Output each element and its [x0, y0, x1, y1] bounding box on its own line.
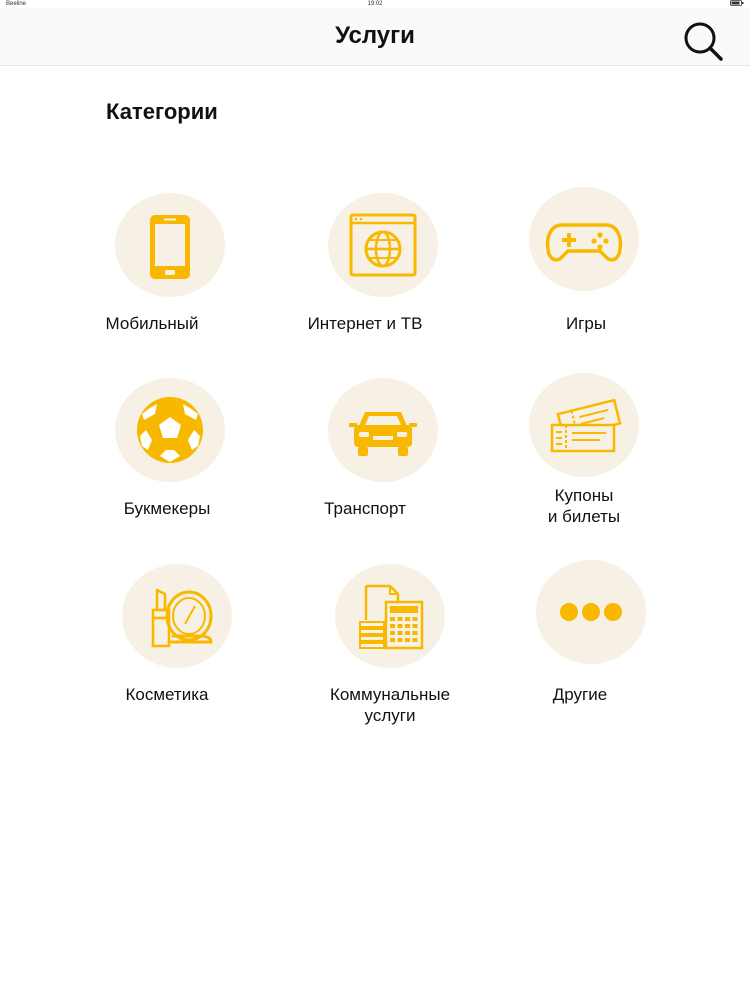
icon-circle	[335, 564, 445, 668]
more-dots-icon	[560, 603, 622, 621]
category-other[interactable]: Другие	[526, 560, 706, 730]
category-label: Букмекеры	[123, 499, 211, 518]
icon-circle	[536, 560, 646, 664]
categories-heading: Категории	[106, 99, 218, 124]
category-label: Игры	[565, 314, 607, 333]
icon-circle	[328, 378, 438, 482]
car-icon	[349, 412, 417, 456]
gamepad-icon	[545, 223, 623, 262]
category-cosmetics[interactable]: Косметика	[112, 564, 292, 734]
search-button[interactable]	[682, 20, 724, 62]
icon-circle	[115, 378, 225, 482]
icon-circle	[115, 193, 225, 297]
tickets-icon	[550, 398, 622, 453]
nav-bar: Услуги	[0, 8, 750, 66]
category-label: Косметика	[125, 685, 209, 704]
battery-icon	[730, 0, 744, 6]
status-time: 19:02	[367, 1, 383, 7]
category-bookmakers[interactable]: Букмекеры	[105, 378, 285, 548]
category-label: Интернет и ТВ	[307, 314, 423, 333]
services-screen: Beeline 19:02 Услуги Категории Мобильный…	[0, 0, 750, 1000]
internet-globe-icon	[349, 213, 417, 277]
icon-circle	[529, 187, 639, 291]
icon-circle	[529, 373, 639, 477]
soccer-ball-icon	[137, 397, 203, 463]
category-utilities[interactable]: Коммунальные услуги	[325, 564, 505, 734]
status-bar: Beeline 19:02	[0, 0, 750, 8]
cosmetics-icon	[151, 588, 213, 648]
icon-circle	[122, 564, 232, 668]
category-label: Транспорт	[324, 499, 406, 518]
category-label: Другие	[552, 685, 608, 704]
mobile-phone-icon	[150, 215, 190, 279]
category-label: Купоны и билеты	[547, 486, 621, 526]
category-mobile[interactable]: Мобильный	[105, 193, 285, 363]
category-transport[interactable]: Транспорт	[318, 378, 498, 548]
category-coupons-tickets[interactable]: Купоны и билеты	[519, 373, 699, 543]
category-games[interactable]: Игры	[519, 187, 699, 357]
category-label: Мобильный	[105, 314, 199, 333]
category-internet-tv[interactable]: Интернет и ТВ	[308, 193, 498, 363]
icon-circle	[328, 193, 438, 297]
search-icon	[684, 22, 723, 61]
category-label: Коммунальные услуги	[329, 685, 451, 725]
page-title: Услуги	[335, 22, 415, 49]
utility-bills-icon	[359, 584, 424, 650]
